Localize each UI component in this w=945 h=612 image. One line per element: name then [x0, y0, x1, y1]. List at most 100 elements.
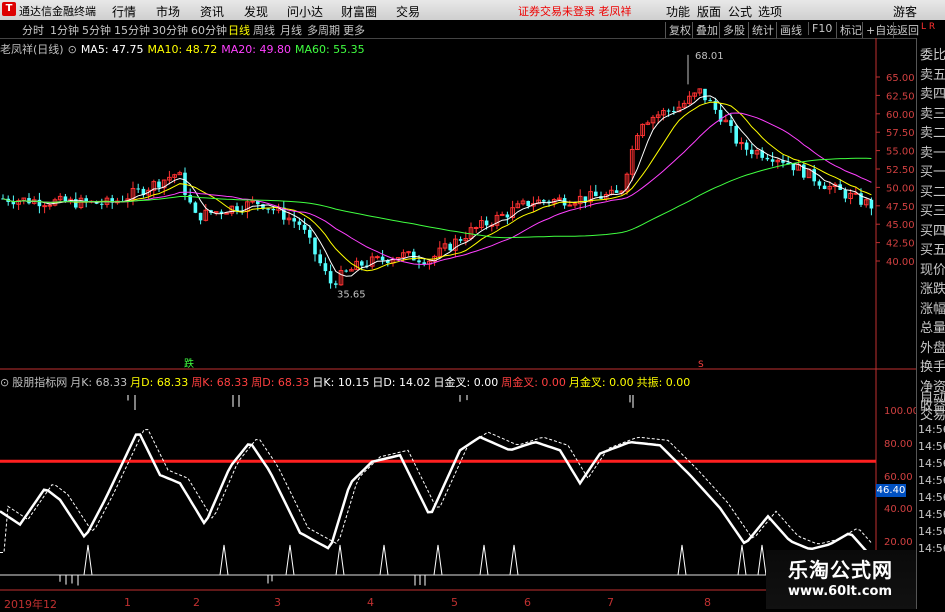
- side-label-4[interactable]: 卖二: [920, 122, 945, 141]
- period-tab-0[interactable]: 分时: [22, 22, 44, 38]
- app-logo-icon: T: [2, 2, 16, 16]
- menu-item-2[interactable]: 资讯: [200, 3, 224, 20]
- right-menu-item-2[interactable]: 公式: [728, 3, 752, 20]
- period-tab-6[interactable]: 日线: [228, 22, 250, 38]
- cross-signal-marker: [757, 544, 767, 576]
- toolbar-button-7[interactable]: +自选: [862, 22, 897, 38]
- menu-item-3[interactable]: 发现: [244, 3, 268, 20]
- candlestick-chart[interactable]: 65.00 62.50 60.00 57.50 55.00 52.50 50.00 47.50…: [0, 38, 916, 596]
- candle-body-down: [765, 157, 770, 160]
- toolbar-button-4[interactable]: 画线: [776, 22, 802, 38]
- toolbar-button-2[interactable]: 多股: [719, 22, 745, 38]
- toolbar-button-6[interactable]: 标记: [836, 22, 862, 38]
- menu-item-1[interactable]: 市场: [156, 3, 180, 20]
- quote-side-panel: 委比 卖五 卖四 卖三 卖二 卖一 买一 买二 买三 买四 买五 现价 涨跌 涨幅 总量 外盘 换手 净资 收益 自动…: [916, 38, 945, 609]
- toolbar-button-8[interactable]: 返回: [893, 22, 919, 38]
- candle-body-down: [542, 200, 546, 202]
- candle-body-down: [817, 181, 822, 186]
- period-tab-1[interactable]: 1分钟: [50, 22, 79, 38]
- date-label-2: 2: [193, 596, 200, 609]
- menu-item-5[interactable]: 财富圈: [341, 3, 377, 20]
- candle-body-down: [484, 220, 489, 226]
- side-label-12[interactable]: 涨跌: [920, 278, 945, 297]
- side-label-7[interactable]: 买二: [920, 181, 945, 200]
- date-label-5: 5: [451, 596, 458, 609]
- settings-dot-icon[interactable]: ⊙: [0, 376, 9, 389]
- price-tick: 45.00: [886, 220, 915, 231]
- candle-body-down: [770, 159, 775, 162]
- period-tab-5[interactable]: 60分钟: [191, 22, 227, 38]
- side-label-5[interactable]: 卖一: [920, 142, 945, 161]
- candle-body-down: [417, 260, 421, 263]
- candle-body-down: [734, 125, 738, 144]
- side-label-10[interactable]: 买五: [920, 239, 945, 258]
- indicator-name: 股朋指标网: [12, 376, 68, 389]
- right-menu-item-4[interactable]: 游客: [893, 3, 917, 20]
- candle-body-down: [750, 149, 754, 155]
- candle-body-down: [297, 221, 302, 225]
- period-tab-10[interactable]: 更多: [343, 22, 365, 38]
- candle-body-down: [791, 164, 796, 171]
- side-label-20[interactable]: 交易: [920, 404, 945, 423]
- toolbar-button-5[interactable]: F10: [808, 22, 832, 35]
- price-tick: 62.50: [886, 91, 915, 102]
- candle-body-down: [136, 188, 140, 190]
- period-tab-9[interactable]: 多周期: [307, 22, 340, 38]
- app-name: 通达信金融终端: [19, 5, 96, 18]
- date-label-6: 6: [524, 596, 531, 609]
- candle-body-down: [869, 199, 874, 209]
- period-tab-4[interactable]: 30分钟: [152, 22, 188, 38]
- period-tab-2[interactable]: 5分钟: [82, 22, 111, 38]
- menu-item-4[interactable]: 问小达: [287, 3, 323, 20]
- candle-body-up: [42, 205, 47, 208]
- toolbar-button-1[interactable]: 叠加: [692, 22, 718, 38]
- indicator-value-2: 周K: 68.33: [191, 376, 249, 389]
- toolbar-button-3[interactable]: 统计: [748, 22, 774, 38]
- candle-body-down: [100, 203, 104, 205]
- side-label-13[interactable]: 涨幅: [920, 298, 945, 317]
- candle-body-up: [473, 227, 479, 230]
- indicator-tick: 40.00: [884, 504, 913, 515]
- candle-body-down: [360, 261, 364, 266]
- side-label-19[interactable]: 自动: [920, 386, 945, 405]
- candle-body-down: [458, 239, 463, 241]
- period-tab-7[interactable]: 周线: [253, 22, 275, 38]
- right-menu-item-0[interactable]: 功能: [666, 3, 690, 20]
- side-time-3: 14:56: [918, 474, 945, 487]
- period-tab-3[interactable]: 15分钟: [114, 22, 150, 38]
- toolbar-button-0[interactable]: 复权: [665, 22, 691, 38]
- price-tick: 52.50: [886, 165, 915, 176]
- signal-down-label: 跌: [184, 357, 194, 370]
- title-bar: T 通达信金融终端 行情 市场 资讯 发现 问小达 财富圈 交易 证券交易未登录 老凤祥 功…: [0, 0, 945, 20]
- candle-body-down: [703, 88, 707, 101]
- date-label-8: 8: [704, 596, 711, 609]
- date-axis: 2019年12 1 2 3 4 5 6 7 8: [0, 596, 876, 611]
- period-tab-8[interactable]: 月线: [280, 22, 302, 38]
- side-label-14[interactable]: 总量: [920, 317, 945, 336]
- candle-body-down: [323, 263, 328, 272]
- side-label-6[interactable]: 买一: [920, 161, 945, 180]
- price-tick: 50.00: [886, 183, 915, 194]
- side-label-8[interactable]: 买三: [920, 200, 945, 219]
- right-menu-item-1[interactable]: 版面: [697, 3, 721, 20]
- right-menu-item-3[interactable]: 选项: [758, 3, 782, 20]
- side-label-1[interactable]: 卖五: [920, 64, 945, 83]
- side-label-16[interactable]: 换手: [920, 356, 945, 375]
- side-label-0[interactable]: 委比: [920, 44, 945, 63]
- period-toolbar: 分时 1分钟 5分钟 15分钟 30分钟 60分钟 日线 周线 月线 多周期 更多 复权 叠加 多股 统计画…: [0, 20, 945, 39]
- side-label-11[interactable]: 现价: [920, 259, 945, 278]
- candle-body-down: [505, 214, 510, 218]
- side-label-15[interactable]: 外盘: [920, 337, 945, 356]
- side-label-9[interactable]: 买四: [920, 220, 945, 239]
- indicator-tick: 60.00: [884, 472, 913, 483]
- cross-signal-marker: [285, 544, 295, 576]
- side-label-2[interactable]: 卖四: [920, 83, 945, 102]
- candle-body-down: [266, 208, 270, 210]
- candle-body-up: [567, 204, 573, 207]
- menu-item-0[interactable]: 行情: [112, 3, 136, 20]
- menu-item-6[interactable]: 交易: [396, 3, 420, 20]
- indicator-info-line: ⊙ 股朋指标网 月K: 68.33 月D: 68.33 周K: 68.33 周D: 68.…: [0, 374, 693, 389]
- side-time-0: 14:56: [918, 423, 945, 436]
- side-label-3[interactable]: 卖三: [920, 103, 945, 122]
- candle-body-down: [313, 237, 317, 255]
